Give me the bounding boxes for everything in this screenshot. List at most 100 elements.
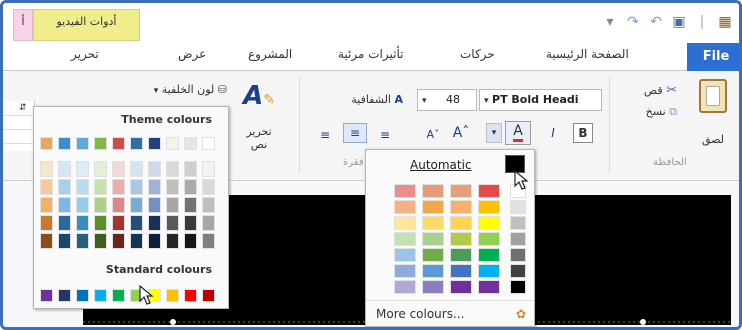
font-colour-swatch[interactable] [394,184,416,198]
theme-colour-swatch[interactable] [202,137,215,150]
theme-shade-swatch[interactable] [166,233,179,249]
font-colour-swatch[interactable] [422,184,444,198]
video-tools-tab[interactable]: أدوات الفيديو [33,9,140,41]
font-colour-swatch[interactable] [478,216,500,230]
theme-shade-swatch[interactable] [58,197,71,213]
theme-shade-swatch[interactable] [76,161,89,177]
theme-shade-swatch[interactable] [148,215,161,231]
theme-shade-swatch[interactable] [130,233,143,249]
font-colour-swatch[interactable] [422,264,444,278]
theme-shade-swatch[interactable] [130,161,143,177]
theme-shade-swatch[interactable] [202,233,215,249]
standard-colour-swatch[interactable] [202,289,215,302]
font-colour-swatch[interactable] [394,248,416,262]
theme-shade-swatch[interactable] [130,197,143,213]
theme-shade-swatch[interactable] [40,233,53,249]
font-colour-swatch[interactable] [422,216,444,230]
font-colour-swatch[interactable] [422,200,444,214]
font-colour-swatch[interactable] [450,280,472,294]
theme-shade-swatch[interactable] [40,179,53,195]
theme-shade-swatch[interactable] [202,161,215,177]
theme-shade-swatch[interactable] [94,179,107,195]
font-colour-swatch[interactable] [394,200,416,214]
theme-shade-swatch[interactable] [58,179,71,195]
theme-colour-swatch[interactable] [76,137,89,150]
theme-shade-swatch[interactable] [148,161,161,177]
theme-shade-swatch[interactable] [112,197,125,213]
bold-button[interactable]: B [573,123,593,143]
theme-shade-swatch[interactable] [184,215,197,231]
font-size-combo[interactable]: ▾ 48 [417,89,477,111]
font-colour-swatch[interactable] [450,248,472,262]
font-colour-swatch[interactable] [450,216,472,230]
font-colour-swatch[interactable] [394,280,416,294]
theme-shade-swatch[interactable] [112,161,125,177]
tab-project[interactable]: المشروع [248,47,292,61]
shrink-font-button[interactable]: Aˇ [423,125,443,145]
font-colour-swatch[interactable] [478,200,500,214]
theme-shade-swatch[interactable] [76,179,89,195]
theme-shade-swatch[interactable] [202,197,215,213]
font-name-combo[interactable]: ▾ PT Bold Headi [479,89,602,111]
movie-maker-app-icon[interactable]: ▦ [717,14,733,30]
align-left-button[interactable]: ≡ [315,125,335,145]
theme-colour-swatch[interactable] [40,137,53,150]
font-colour-swatch[interactable] [478,280,500,294]
theme-colour-swatch[interactable] [166,137,179,150]
align-center-button[interactable]: ≡ [343,123,367,143]
theme-shade-swatch[interactable] [58,215,71,231]
theme-colour-swatch[interactable] [130,137,143,150]
theme-shade-swatch[interactable] [148,197,161,213]
save-icon[interactable]: ▣ [671,14,687,30]
font-colour-swatch[interactable] [478,248,500,262]
theme-shade-swatch[interactable] [76,215,89,231]
theme-shade-swatch[interactable] [94,161,107,177]
font-colour-swatch[interactable] [422,280,444,294]
theme-shade-swatch[interactable] [40,161,53,177]
cut-button[interactable]: قص ✂ [623,83,677,101]
dropdown-arrow-icon[interactable]: ▾ [602,14,618,30]
theme-shade-swatch[interactable] [184,161,197,177]
tab-edit[interactable]: تحرير [71,47,99,61]
theme-shade-swatch[interactable] [130,215,143,231]
font-gray-swatch[interactable] [510,216,526,230]
font-gray-swatch[interactable] [510,200,526,214]
font-colour-swatch[interactable] [422,248,444,262]
theme-shade-swatch[interactable] [58,233,71,249]
italic-button[interactable]: I [543,123,563,143]
theme-shade-swatch[interactable] [166,161,179,177]
font-colour-dropdown[interactable]: ▾ [486,123,502,143]
background-colour-button[interactable]: ▾ لون الخلفية ⛁ [109,83,227,96]
theme-colour-swatch[interactable] [184,137,197,150]
font-gray-swatch[interactable] [510,248,526,262]
theme-shade-swatch[interactable] [76,233,89,249]
transparency-button[interactable]: الشفافية A [313,93,403,106]
theme-shade-swatch[interactable] [112,233,125,249]
theme-colour-swatch[interactable] [94,137,107,150]
more-colours-option[interactable]: More colours... ✿ [366,300,534,326]
theme-shade-swatch[interactable] [148,233,161,249]
font-colour-swatch[interactable] [394,232,416,246]
theme-shade-swatch[interactable] [166,215,179,231]
theme-shade-swatch[interactable] [184,179,197,195]
font-colour-swatch[interactable] [478,184,500,198]
font-colour-swatch[interactable] [394,264,416,278]
theme-shade-swatch[interactable] [40,197,53,213]
tab-animations[interactable]: حركات [460,47,495,61]
tab-visual-effects[interactable]: تأثيرات مرئية [338,47,403,61]
standard-colour-swatch[interactable] [94,289,107,302]
theme-shade-swatch[interactable] [202,215,215,231]
grow-font-button[interactable]: Aˆ [451,123,471,143]
theme-shade-swatch[interactable] [130,179,143,195]
contextual-tab-2[interactable]: أ [13,9,33,41]
theme-shade-swatch[interactable] [94,233,107,249]
tab-view[interactable]: عرض [178,47,206,61]
theme-shade-swatch[interactable] [148,179,161,195]
theme-shade-swatch[interactable] [112,179,125,195]
file-tab[interactable]: File [687,43,739,71]
copy-button[interactable]: نسخ ⧉ [623,105,677,123]
paste-button[interactable]: لصق [695,77,731,153]
theme-colour-swatch[interactable] [148,137,161,150]
font-colour-swatch[interactable] [450,264,472,278]
theme-shade-swatch[interactable] [40,215,53,231]
